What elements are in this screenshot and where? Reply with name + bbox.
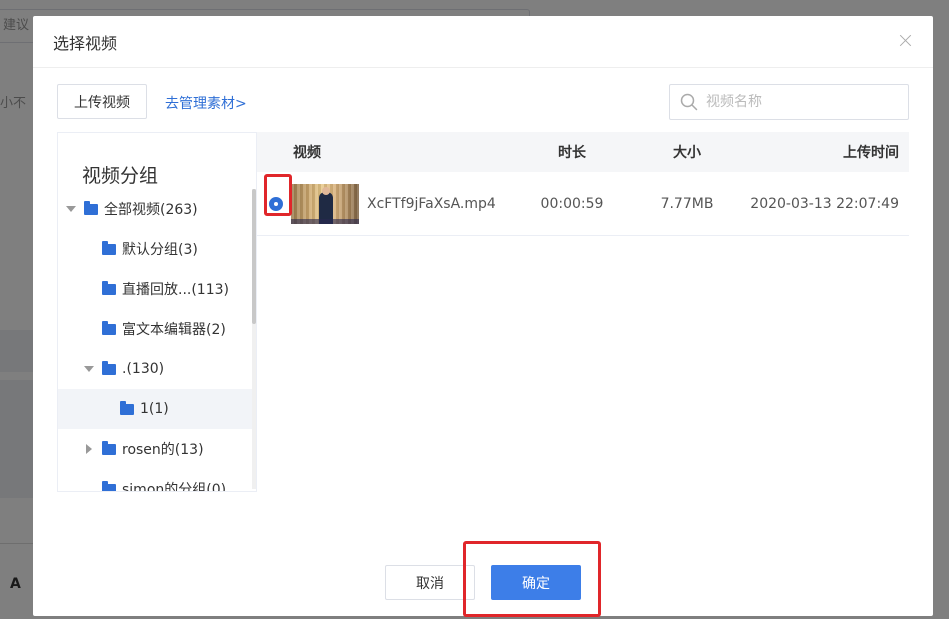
search-input[interactable] xyxy=(706,94,896,110)
tree-item-label: .(130) xyxy=(122,361,165,377)
sidebar-scrollbar[interactable] xyxy=(252,189,256,489)
tree-item-dot-group[interactable]: .(130) xyxy=(58,349,252,389)
video-thumbnail xyxy=(291,183,359,224)
column-header-size: 大小 xyxy=(673,145,701,161)
dialog-header: 选择视频 xyxy=(33,16,933,68)
caret-down-icon[interactable] xyxy=(66,204,76,214)
folder-icon xyxy=(84,200,98,215)
tree-item-default-group[interactable]: 默认分组(3) xyxy=(58,229,252,269)
caret-down-icon[interactable] xyxy=(84,364,94,374)
video-file-name: XcFTf9jFaXsA.mp4 xyxy=(367,195,496,212)
tree-item-label: rosen的(13) xyxy=(122,442,204,458)
tree-item-label: 1(1) xyxy=(140,401,169,417)
tree-item-live-replay[interactable]: 直播回放...(113) xyxy=(58,269,252,309)
folder-icon xyxy=(102,360,116,375)
dialog-title: 选择视频 xyxy=(53,33,118,53)
folder-icon xyxy=(102,240,116,255)
folder-icon xyxy=(120,400,134,415)
tree-item-all-videos[interactable]: 全部视频(263) xyxy=(58,189,252,229)
folder-icon xyxy=(102,280,116,295)
sidebar-title: 视频分组 xyxy=(82,165,159,187)
folder-icon xyxy=(102,320,116,335)
upload-video-button[interactable]: 上传视频 xyxy=(57,84,147,119)
video-table: 视频 时长 大小 上传时间 XcFTf9jFaXsA.mp4 00:00:59 … xyxy=(257,132,909,236)
column-header-video: 视频 xyxy=(293,145,321,161)
select-video-dialog: 选择视频 上传视频 去管理素材> 视频分组 全部视频(263) 默认分组(3) xyxy=(33,16,933,616)
caret-right-icon[interactable] xyxy=(84,444,94,454)
search-box[interactable] xyxy=(669,84,909,120)
table-header: 视频 时长 大小 上传时间 xyxy=(257,132,909,172)
folder-icon xyxy=(102,480,116,491)
tree-item-label: simon的分组(0) xyxy=(122,482,227,492)
scrollbar-thumb[interactable] xyxy=(252,189,256,324)
manage-materials-link[interactable]: 去管理素材> xyxy=(165,93,247,113)
video-cell: XcFTf9jFaXsA.mp4 xyxy=(257,183,517,224)
tree-item-label: 富文本编辑器(2) xyxy=(122,322,226,338)
group-tree: 全部视频(263) 默认分组(3) 直播回放...(113) 富文本编辑器(2)… xyxy=(58,189,252,492)
tree-item-label: 全部视频(263) xyxy=(104,202,198,218)
folder-icon xyxy=(102,440,116,455)
tree-item-rich-text[interactable]: 富文本编辑器(2) xyxy=(58,309,252,349)
tree-item-label: 直播回放...(113) xyxy=(122,282,229,298)
video-size: 7.77MB xyxy=(660,195,714,212)
close-icon[interactable] xyxy=(897,32,915,50)
column-header-upload-time: 上传时间 xyxy=(843,145,899,161)
tree-item-group-1[interactable]: 1(1) xyxy=(58,389,252,429)
confirm-button[interactable]: 确定 xyxy=(491,565,581,600)
video-group-sidebar: 视频分组 全部视频(263) 默认分组(3) 直播回放...(113) 富文本编… xyxy=(57,132,257,492)
table-row[interactable]: XcFTf9jFaXsA.mp4 00:00:59 7.77MB 2020-03… xyxy=(257,172,909,236)
tree-item-rosen[interactable]: rosen的(13) xyxy=(58,429,252,469)
search-icon xyxy=(680,93,698,111)
tree-item-label: 默认分组(3) xyxy=(122,242,198,258)
radio-selected-icon[interactable] xyxy=(269,196,283,211)
video-duration: 00:00:59 xyxy=(540,195,604,212)
cancel-button[interactable]: 取消 xyxy=(385,565,475,600)
column-header-duration: 时长 xyxy=(558,145,586,161)
tree-item-simon[interactable]: simon的分组(0) xyxy=(58,469,252,492)
video-upload-time: 2020-03-13 22:07:49 xyxy=(750,195,899,212)
